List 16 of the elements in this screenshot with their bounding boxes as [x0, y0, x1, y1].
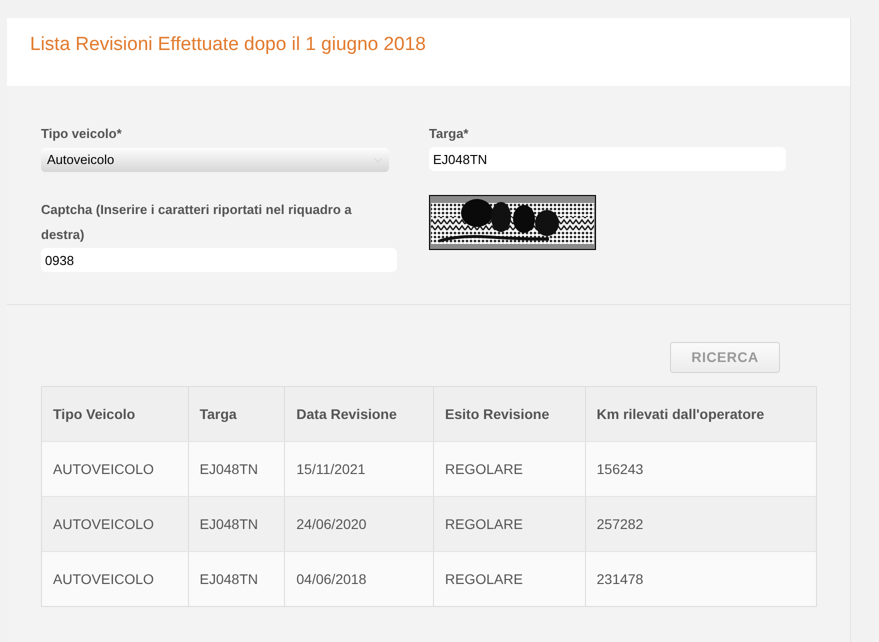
field-label: Tipo veicolo*	[41, 125, 123, 143]
chevron-down-icon	[374, 158, 382, 162]
table-cell-text: AUTOVEICOLO	[52, 514, 155, 534]
field-label: Targa*	[429, 125, 470, 143]
field-label: Captcha (Inserire i caratteri riportati nel riquadro a destra)	[41, 201, 353, 244]
page-title: Lista Revisioni Effettuate dopo il 1 giugno 2018	[30, 33, 427, 57]
table-cell-text: AUTOVEICOLO	[52, 570, 155, 588]
vehicle-type-select[interactable]: Autoveicolo	[41, 148, 389, 172]
table-cell-text: AUTOVEICOLO	[52, 460, 155, 478]
table-cell: EJ048TN	[188, 552, 284, 606]
text-input[interactable]: EJ048TN	[429, 147, 786, 171]
text-input[interactable]: 0938	[41, 248, 397, 272]
table-cell: 231478	[584, 552, 816, 606]
table-cell: REGOLARE	[433, 552, 585, 606]
table-cell: 04/06/2018	[284, 552, 434, 606]
column-header: Tipo Veicolo	[52, 404, 136, 424]
